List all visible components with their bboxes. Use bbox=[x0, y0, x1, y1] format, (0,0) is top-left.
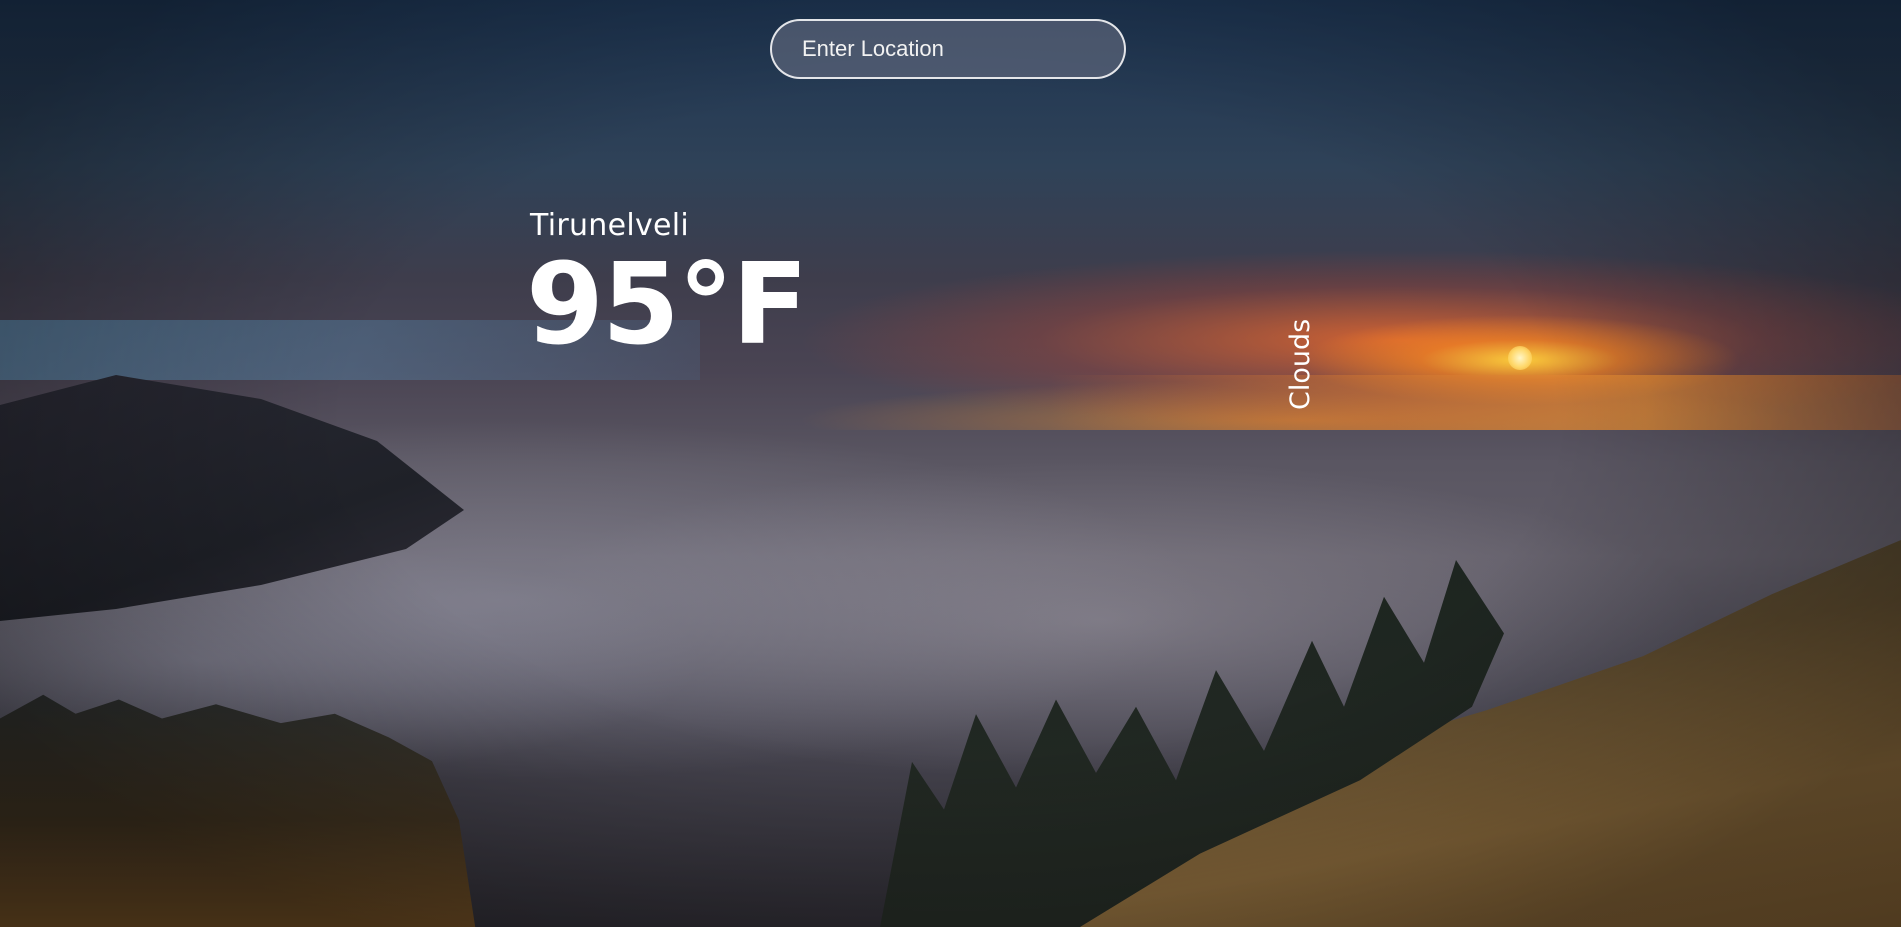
city-name: Tirunelveli bbox=[530, 208, 690, 243]
search-bar bbox=[770, 19, 1126, 79]
temperature: 95°F bbox=[526, 240, 808, 370]
weather-summary: Tirunelveli 95°F bbox=[526, 208, 808, 361]
weather-app: Tirunelveli 95°F Clouds bbox=[0, 0, 1901, 927]
background-vignette bbox=[0, 0, 1901, 927]
location-search-input[interactable] bbox=[770, 19, 1126, 79]
weather-condition: Clouds bbox=[1285, 318, 1316, 410]
